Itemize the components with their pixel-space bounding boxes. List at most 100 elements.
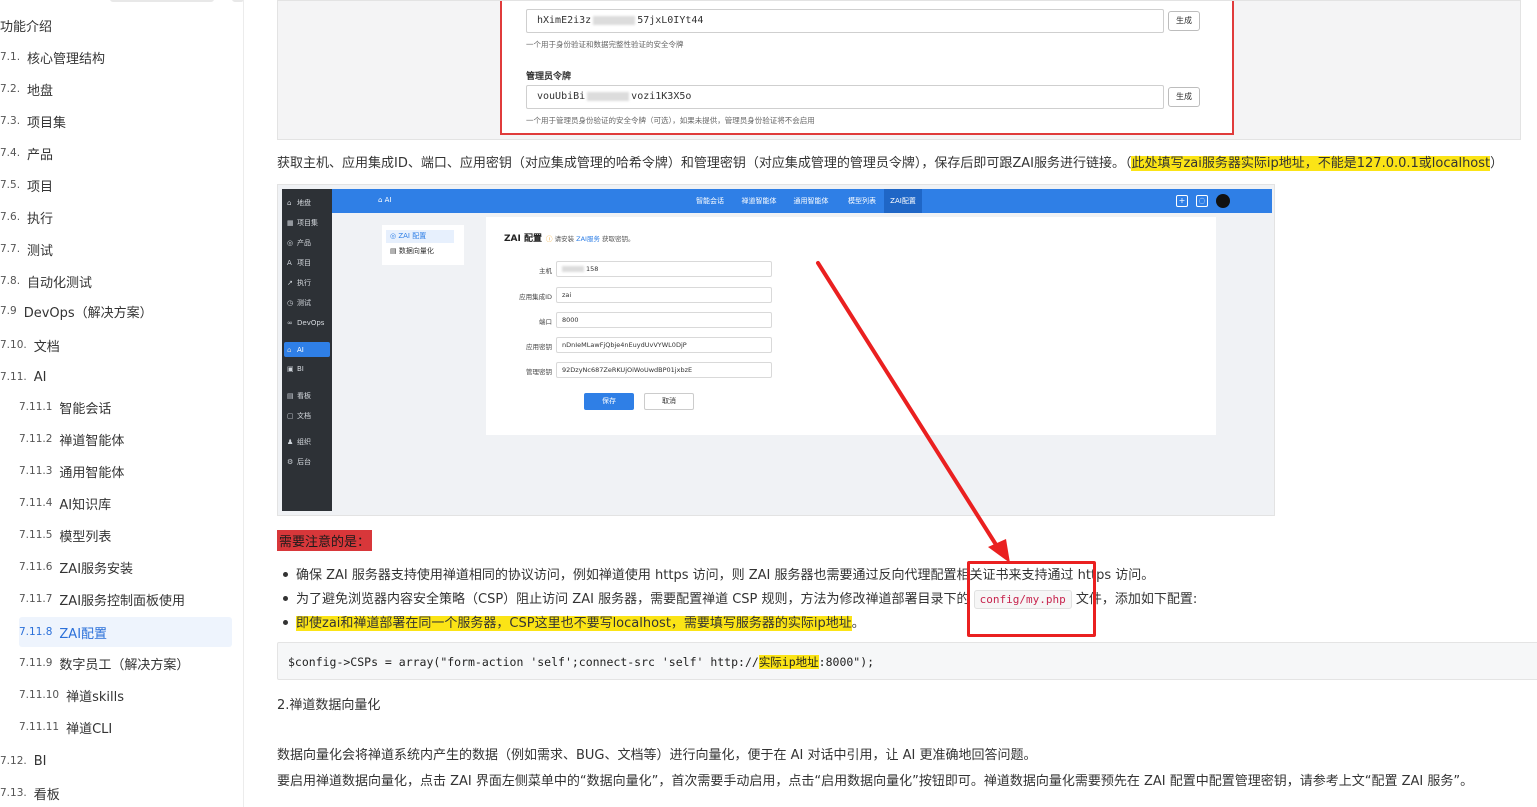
toc-num: 7.11.1 (19, 401, 53, 413)
bullet-dot (283, 620, 288, 625)
tab-stub (110, 0, 214, 2)
toc-label: 测试 (27, 243, 54, 259)
toc-label: AI (33, 369, 47, 385)
devops-icon: ∞ (287, 318, 293, 327)
admin-token-row: vouUbiBi vozi1K3X5o 生成 (526, 85, 1222, 111)
panel-title-text: ZAI 配置 (504, 234, 542, 244)
admin-token-input: vouUbiBi vozi1K3X5o (526, 85, 1164, 109)
toc-item[interactable]: 7.11.7 ZAI服务控制面板使用 (19, 586, 232, 612)
generate-button: 生成 (1168, 87, 1200, 107)
toc-label: 模型列表 (59, 529, 112, 545)
ai-icon: ⌂ (287, 345, 292, 354)
project-icon: A (287, 258, 292, 267)
tab-stub (232, 0, 243, 2)
save-button: 保存 (584, 393, 634, 410)
toc-item[interactable]: 7.6. 执行 (0, 204, 232, 230)
doc-icon: ▢ (287, 411, 294, 420)
field-input: 158 (556, 261, 772, 277)
toc-item[interactable]: 7.2. 地盘 (0, 76, 232, 102)
app-brand: ⌂ AI (378, 196, 392, 204)
toc-label: BI (33, 753, 47, 769)
app-side-item: A 项目 (284, 255, 330, 270)
bullet-dot (283, 596, 288, 601)
toc-num: 7.11.10 (19, 689, 60, 701)
toc-item[interactable]: 7.5. 项目 (0, 172, 232, 198)
toc-label: 通用智能体 (59, 465, 125, 481)
bell-icon: ◌ (1196, 195, 1208, 207)
admin-token-help: 一个用于管理员身份验证的安全令牌（可选），如果未提供，管理员身份验证将不会启用 (526, 116, 815, 125)
config-description: 获取主机、应用集成ID、端口、应用密钥（对应集成管理的哈希令牌）和管理密钥（对应… (277, 152, 1527, 171)
note-text: 。 (851, 616, 865, 631)
toc-num: 7.11.9 (19, 657, 53, 669)
subnav-vectorize: ▤ 数据向量化 (386, 245, 454, 258)
list-item: 即使zai和禅道部署在同一个服务器，CSP这里也不要写localhost，需要填… (279, 612, 865, 631)
annotation-box (967, 561, 1096, 637)
toc-item[interactable]: 7.11.4 AI知识库 (19, 490, 232, 516)
toc-num: 7.8. (0, 275, 21, 287)
app-side-label: 看板 (297, 391, 311, 400)
toc-item[interactable]: 7.11.3 通用智能体 (19, 458, 232, 484)
kanban-icon: ▤ (287, 391, 294, 400)
tab-zentao-agent: 禅道智能体 (741, 197, 777, 205)
tab-smart-chat: 智能会话 (696, 197, 724, 205)
toc-item[interactable]: 7.11. AI (0, 364, 232, 390)
toc-item[interactable]: 7.1. 核心管理结构 (0, 44, 232, 70)
toc-label: 看板 (33, 787, 60, 803)
toc-label: 核心管理结构 (27, 51, 106, 67)
field-label: 端口 (539, 318, 552, 326)
toc-num: 7.2. (0, 83, 21, 95)
toc-item[interactable]: 7.11.1 智能会话 (19, 394, 232, 420)
toc-item[interactable]: 7.13. 看板 (0, 780, 232, 806)
toc-item-active[interactable]: 7.11.8 ZAI配置 (19, 617, 232, 647)
toc-item[interactable]: 7.3. 项目集 (0, 108, 232, 134)
app-side-item: ↗ 执行 (284, 275, 330, 290)
code-block[interactable]: $config->CSPs = array("form-action 'self… (277, 642, 1537, 680)
toc-label: 文档 (33, 339, 60, 355)
toc-num: 7.3. (0, 115, 21, 127)
toc-num: 7.13. (0, 787, 27, 799)
toc-label: 执行 (27, 211, 54, 227)
redaction (593, 15, 636, 25)
token-input: hXimE2i3z 57jxL0IYt44 (526, 9, 1164, 33)
desc-text: 获取主机、应用集成ID、端口、应用密钥（对应集成管理的哈希令牌）和管理密钥（对应… (277, 156, 1132, 171)
toc-label: DevOps（解决方案） (23, 305, 153, 321)
toc-num: 7.11.6 (19, 561, 53, 573)
plus-icon: + (1176, 195, 1188, 207)
toc-item[interactable]: 7.11.11 禅道CLI (19, 714, 232, 740)
toc-item[interactable]: 7.11.6 ZAI服务安装 (19, 554, 232, 580)
toc-item[interactable]: 7.10. 文档 (0, 332, 232, 358)
app-side-item: ♟ 组织 (284, 434, 330, 449)
avatar (1216, 194, 1230, 208)
home-icon: ⌂ (287, 198, 292, 207)
gear-icon: ⚙ (287, 457, 294, 466)
toc-label: 自动化测试 (27, 275, 93, 291)
subnav-label: ZAI 配置 (398, 232, 427, 240)
toc-item[interactable]: 7.8. 自动化测试 (0, 268, 232, 294)
admin-suffix: vozi1K3X5o (631, 91, 692, 102)
token-help: 一个用于身份验证和数据完整性验证的安全令牌 (526, 40, 684, 49)
toc-label: 数字员工（解决方案） (59, 657, 190, 673)
toc-num: 7.11.4 (19, 497, 53, 509)
toc-item[interactable]: 7.12. BI (0, 748, 232, 774)
generate-button: 生成 (1168, 11, 1200, 31)
toc-item-features[interactable]: 功能介绍 (0, 12, 232, 38)
app-side-item: ◷ 测试 (284, 295, 330, 310)
warning-icon: ⓘ (545, 235, 555, 243)
toc-item[interactable]: 7.11.10 禅道skills (19, 682, 232, 708)
app-topbar: ⌂ AI 智能会话 禅道智能体 通用智能体 模型列表 ZAI配置 + ◌ (332, 189, 1272, 213)
field-label: 应用集成ID (519, 293, 552, 301)
toc-num: 7.12. (0, 755, 27, 767)
app-subnav: ◎ ZAI 配置 ▤ 数据向量化 (382, 225, 464, 265)
toc-item[interactable]: 7.4. 产品 (0, 140, 232, 166)
toc-item[interactable]: 7.11.2 禅道智能体 (19, 426, 232, 452)
note-title: 需要注意的是： (277, 530, 373, 551)
org-icon: ♟ (287, 437, 294, 446)
execution-icon: ↗ (287, 278, 293, 287)
toc-num: 7.11. (0, 371, 27, 383)
toc-item[interactable]: 7.9 DevOps（解决方案） (0, 298, 232, 324)
toc-item[interactable]: 7.11.5 模型列表 (19, 522, 232, 548)
toc-item[interactable]: 7.7. 测试 (0, 236, 232, 262)
panel-warning: ⓘ 请安装 ZAI服务 获取密钥。 (546, 235, 635, 243)
app-side-label: 项目集 (297, 218, 318, 227)
toc-item[interactable]: 7.11.9 数字员工（解决方案） (19, 650, 232, 676)
